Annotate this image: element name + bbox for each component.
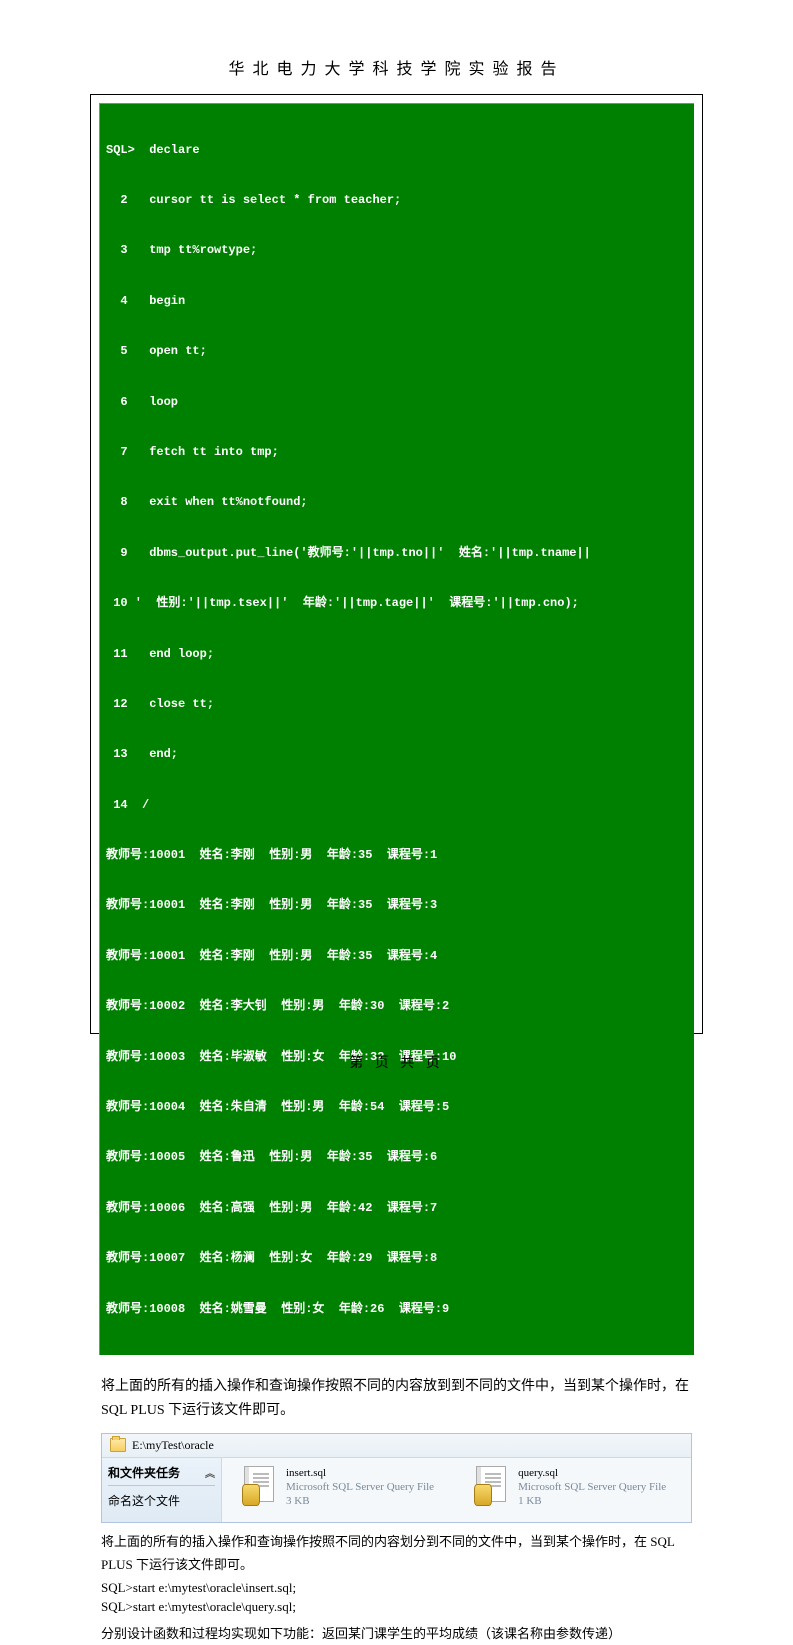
task-item[interactable]: 命名这个文件 (108, 1492, 215, 1509)
file-type: Microsoft SQL Server Query File (518, 1480, 666, 1494)
term-line: 8 exit when tt%notfound; (106, 494, 688, 511)
tasks-pane: 和文件夹任务 ︽ 命名这个文件 (102, 1458, 222, 1523)
term-line: 5 open tt; (106, 343, 688, 360)
tasks-header-label: 和文件夹任务 (108, 1464, 180, 1481)
term-line: 12 close tt; (106, 696, 688, 713)
term-line: 教师号:10001 姓名:李刚 性别:男 年龄:35 课程号:4 (106, 948, 688, 965)
sql-file-icon (242, 1466, 278, 1506)
sql-file-icon (474, 1466, 510, 1506)
address-path: E:\myTest\oracle (132, 1438, 214, 1453)
cmd-line-1: SQL>start e:\mytest\oracle\insert.sql; (101, 1580, 692, 1596)
file-size: 3 KB (286, 1494, 434, 1508)
file-name: insert.sql (286, 1466, 434, 1480)
term-line: 11 end loop; (106, 646, 688, 663)
content-frame: SQL> declare 2 cursor tt is select * fro… (90, 94, 703, 1034)
term-line: 10 ' 性别:'||tmp.tsex||' 年龄:'||tmp.tage||'… (106, 595, 688, 612)
term-line: 3 tmp tt%rowtype; (106, 242, 688, 259)
term-line: 教师号:10008 姓名:姚雪曼 性别:女 年龄:26 课程号:9 (106, 1301, 688, 1318)
term-line: 14 / (106, 797, 688, 814)
term-line: 教师号:10005 姓名:鲁迅 性别:男 年龄:35 课程号:6 (106, 1149, 688, 1166)
paragraph-2: 将上面的所有的插入操作和查询操作按照不同的内容划分到不同的文件中，当到某个操作时… (101, 1531, 692, 1575)
cmd-line-2: SQL>start e:\mytest\oracle\query.sql; (101, 1599, 692, 1615)
term-line: 2 cursor tt is select * from teacher; (106, 192, 688, 209)
term-line: 教师号:10001 姓名:李刚 性别:男 年龄:35 课程号:1 (106, 847, 688, 864)
term-line: 7 fetch tt into tmp; (106, 444, 688, 461)
term-line: 6 loop (106, 394, 688, 411)
folder-icon (110, 1438, 126, 1452)
address-bar[interactable]: E:\myTest\oracle (102, 1434, 691, 1458)
files-pane: insert.sql Microsoft SQL Server Query Fi… (222, 1458, 691, 1523)
file-name: query.sql (518, 1466, 666, 1480)
term-line: 教师号:10001 姓名:李刚 性别:男 年龄:35 课程号:3 (106, 897, 688, 914)
file-item-insert[interactable]: insert.sql Microsoft SQL Server Query Fi… (242, 1466, 434, 1509)
term-line: SQL> declare (106, 142, 688, 159)
paragraph-1: 将上面的所有的插入操作和查询操作按照不同的内容放到到不同的文件中，当到某个操作时… (101, 1375, 692, 1423)
file-size: 1 KB (518, 1494, 666, 1508)
paragraph-3: 分别设计函数和过程均实现如下功能：返回某门课学生的平均成绩（该课名称由参数传递） (101, 1623, 692, 1645)
term-line: 9 dbms_output.put_line('教师号:'||tmp.tno||… (106, 545, 688, 562)
file-item-query[interactable]: query.sql Microsoft SQL Server Query Fil… (474, 1466, 666, 1509)
file-type: Microsoft SQL Server Query File (286, 1480, 434, 1494)
term-line: 13 end; (106, 746, 688, 763)
page-title: 华北电力大学科技学院实验报告 (0, 0, 793, 94)
chevron-up-icon: ︽ (205, 1465, 215, 1480)
tasks-header[interactable]: 和文件夹任务 ︽ (108, 1464, 215, 1486)
term-line: 4 begin (106, 293, 688, 310)
page-footer: 第 页 共 页 (0, 1052, 793, 1072)
term-line: 教师号:10004 姓名:朱自清 性别:男 年龄:54 课程号:5 (106, 1099, 688, 1116)
file-explorer: E:\myTest\oracle 和文件夹任务 ︽ 命名这个文件 insert.… (101, 1433, 692, 1524)
term-line: 教师号:10002 姓名:李大钊 性别:男 年龄:30 课程号:2 (106, 998, 688, 1015)
term-line: 教师号:10007 姓名:杨澜 性别:女 年龄:29 课程号:8 (106, 1250, 688, 1267)
sql-terminal: SQL> declare 2 cursor tt is select * fro… (99, 103, 694, 1355)
term-line: 教师号:10006 姓名:高强 性别:男 年龄:42 课程号:7 (106, 1200, 688, 1217)
